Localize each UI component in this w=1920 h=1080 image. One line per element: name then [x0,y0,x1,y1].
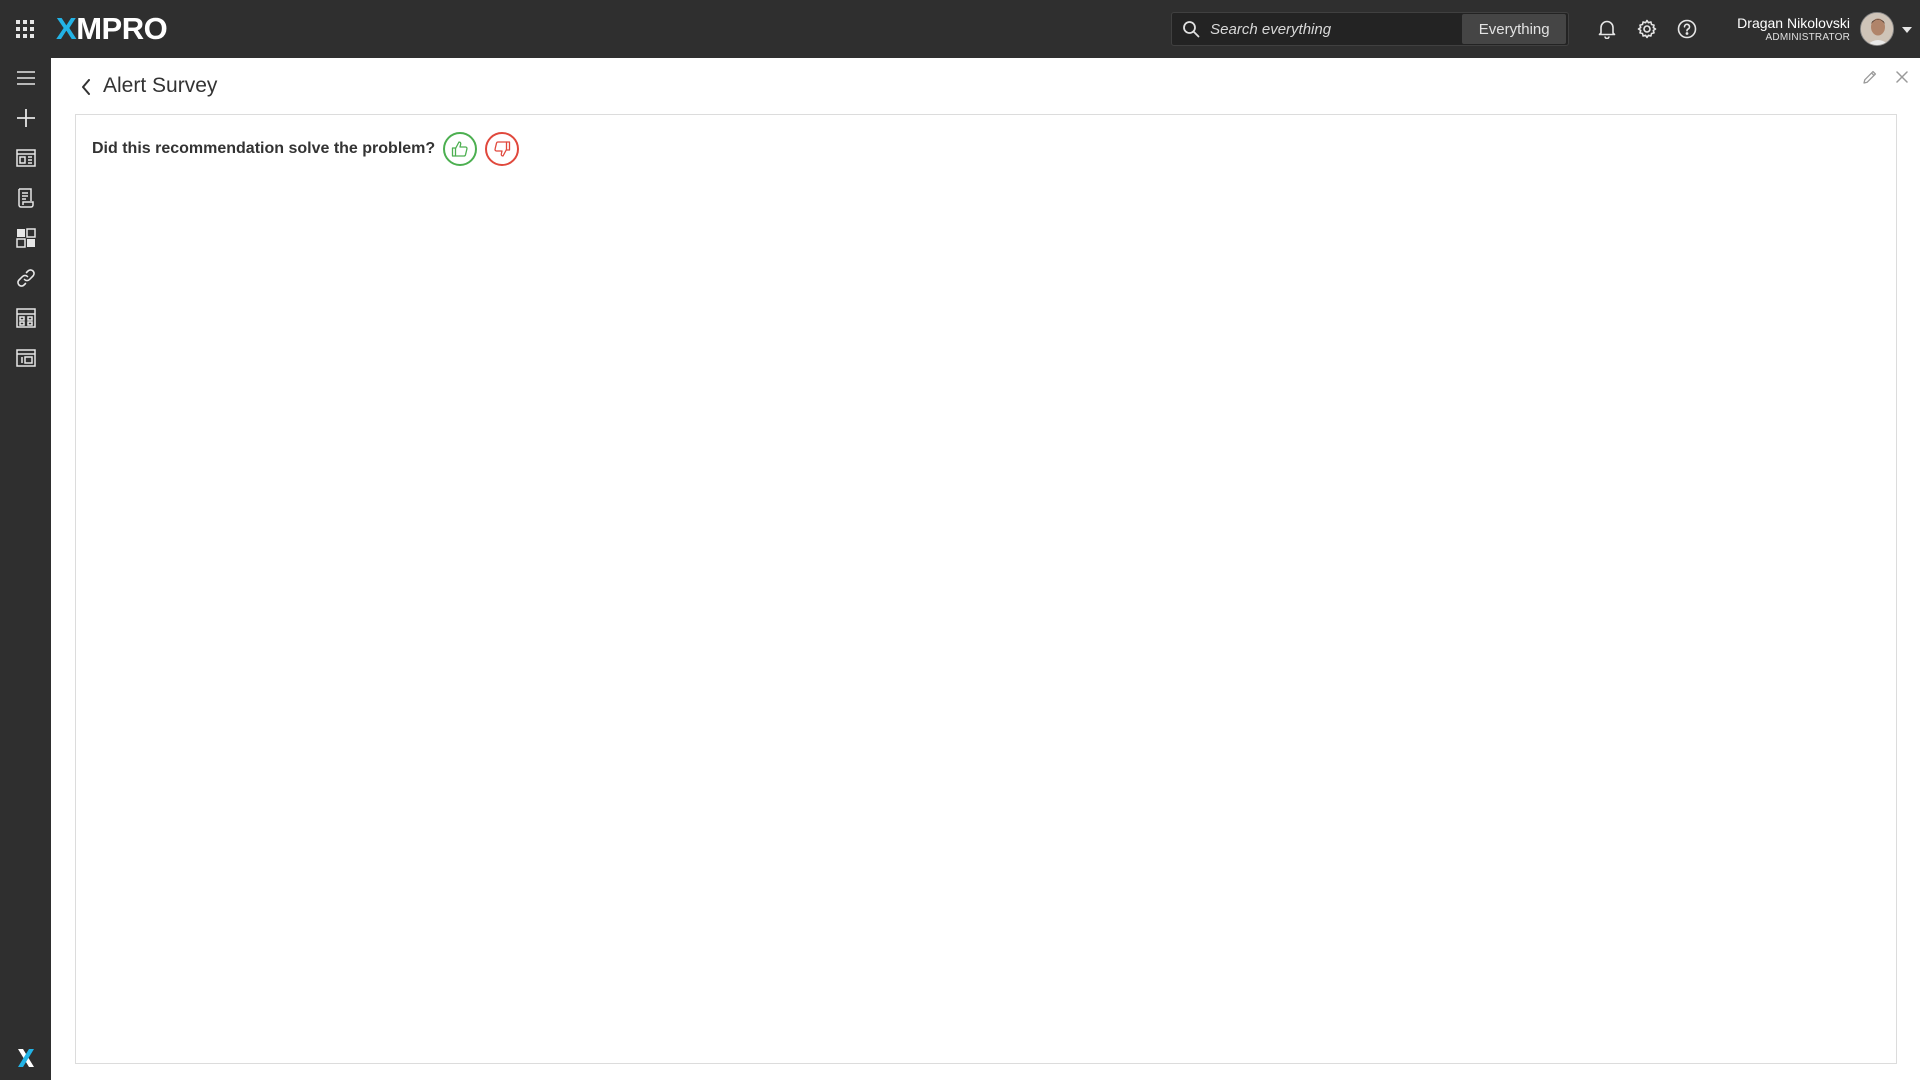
close-icon[interactable] [1889,64,1915,90]
thumbs-down-icon [493,140,511,158]
thumbs-up-button[interactable] [443,132,478,166]
user-info: Dragan Nikolovski ADMINISTRATOR [1737,15,1850,44]
help-icon[interactable] [1667,9,1707,49]
survey-panel: Did this recommendation solve the proble… [75,114,1897,1064]
back-chevron-icon[interactable] [75,76,97,98]
app-designer-icon[interactable] [0,138,51,178]
link-icon[interactable] [0,258,51,298]
xmpro-x-logo[interactable] [0,1040,51,1076]
search-scope-selector[interactable]: Everything [1462,14,1567,44]
caret-down-icon[interactable] [1902,20,1912,38]
gear-icon[interactable] [1627,9,1667,49]
avatar[interactable] [1860,12,1894,46]
dashboard-icon[interactable] [0,218,51,258]
sidebar [0,58,51,1080]
apps-grid-icon[interactable] [0,0,50,58]
bell-icon[interactable] [1587,9,1627,49]
plus-icon[interactable] [0,98,51,138]
search-icon[interactable] [1172,20,1210,38]
user-role: ADMINISTRATOR [1765,31,1850,43]
page-header: Alert Survey [51,58,1920,114]
thumbs-up-icon [451,140,469,158]
template-icon[interactable] [0,338,51,378]
calculator-grid-icon[interactable] [0,298,51,338]
hamburger-icon[interactable] [0,58,51,98]
thumbs-down-button[interactable] [485,132,520,166]
page-title: Alert Survey [103,74,218,97]
user-menu[interactable]: Dragan Nikolovski ADMINISTRATOR [1737,12,1920,46]
recommendations-icon[interactable] [0,178,51,218]
global-search: Everything [1171,12,1570,46]
survey-question: Did this recommendation solve the proble… [92,140,436,157]
search-input[interactable] [1210,13,1463,45]
logo-accent: X [56,11,77,46]
xmpro-logo[interactable]: X MPRO [56,11,168,47]
edit-icon[interactable] [1857,64,1883,90]
user-name: Dragan Nikolovski [1737,14,1850,31]
top-bar: XMPRO Everything Dragan Nikolovs [0,0,1920,58]
logo-text: MPRO [76,11,168,46]
survey-question-row: Did this recommendation solve the proble… [92,132,527,166]
